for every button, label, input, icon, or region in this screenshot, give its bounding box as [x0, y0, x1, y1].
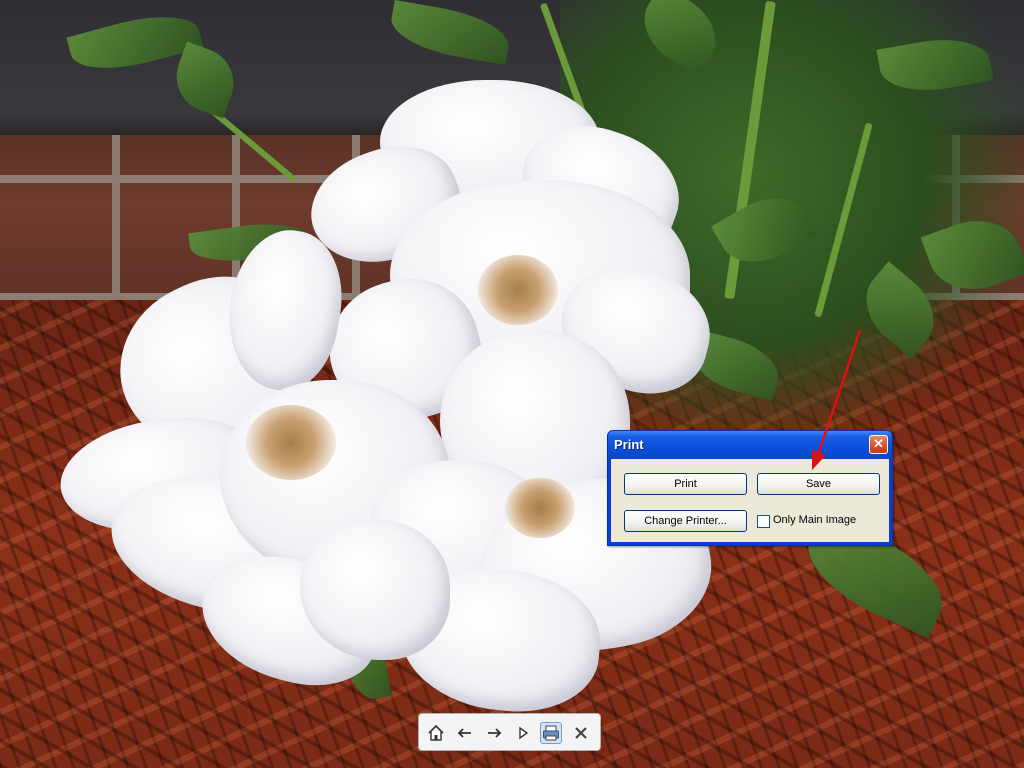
- rose-center: [246, 405, 336, 480]
- arrow-left-icon[interactable]: [454, 722, 476, 744]
- only-main-image-checkbox[interactable]: [757, 515, 770, 528]
- change-printer-button[interactable]: Change Printer...: [624, 510, 747, 532]
- close-icon[interactable]: ✕: [869, 435, 888, 454]
- viewer-toolbar: [418, 713, 601, 751]
- photo-background: [0, 0, 1024, 768]
- dialog-title: Print: [614, 437, 644, 452]
- rose-center: [505, 478, 575, 538]
- only-main-image-label: Only Main Image: [773, 514, 857, 526]
- print-dialog: Print ✕ Print Save Change Printer... Onl…: [607, 430, 893, 546]
- dialog-body: Print Save Change Printer... Only Main I…: [611, 459, 889, 542]
- play-icon[interactable]: [512, 722, 534, 744]
- print-button[interactable]: Print: [624, 473, 747, 495]
- print-icon[interactable]: [540, 722, 562, 744]
- arrow-right-icon[interactable]: [483, 722, 505, 744]
- dialog-titlebar[interactable]: Print ✕: [608, 431, 892, 459]
- save-button[interactable]: Save: [757, 473, 880, 495]
- rose-center: [478, 255, 558, 325]
- close-icon[interactable]: [570, 722, 592, 744]
- home-icon[interactable]: [425, 722, 447, 744]
